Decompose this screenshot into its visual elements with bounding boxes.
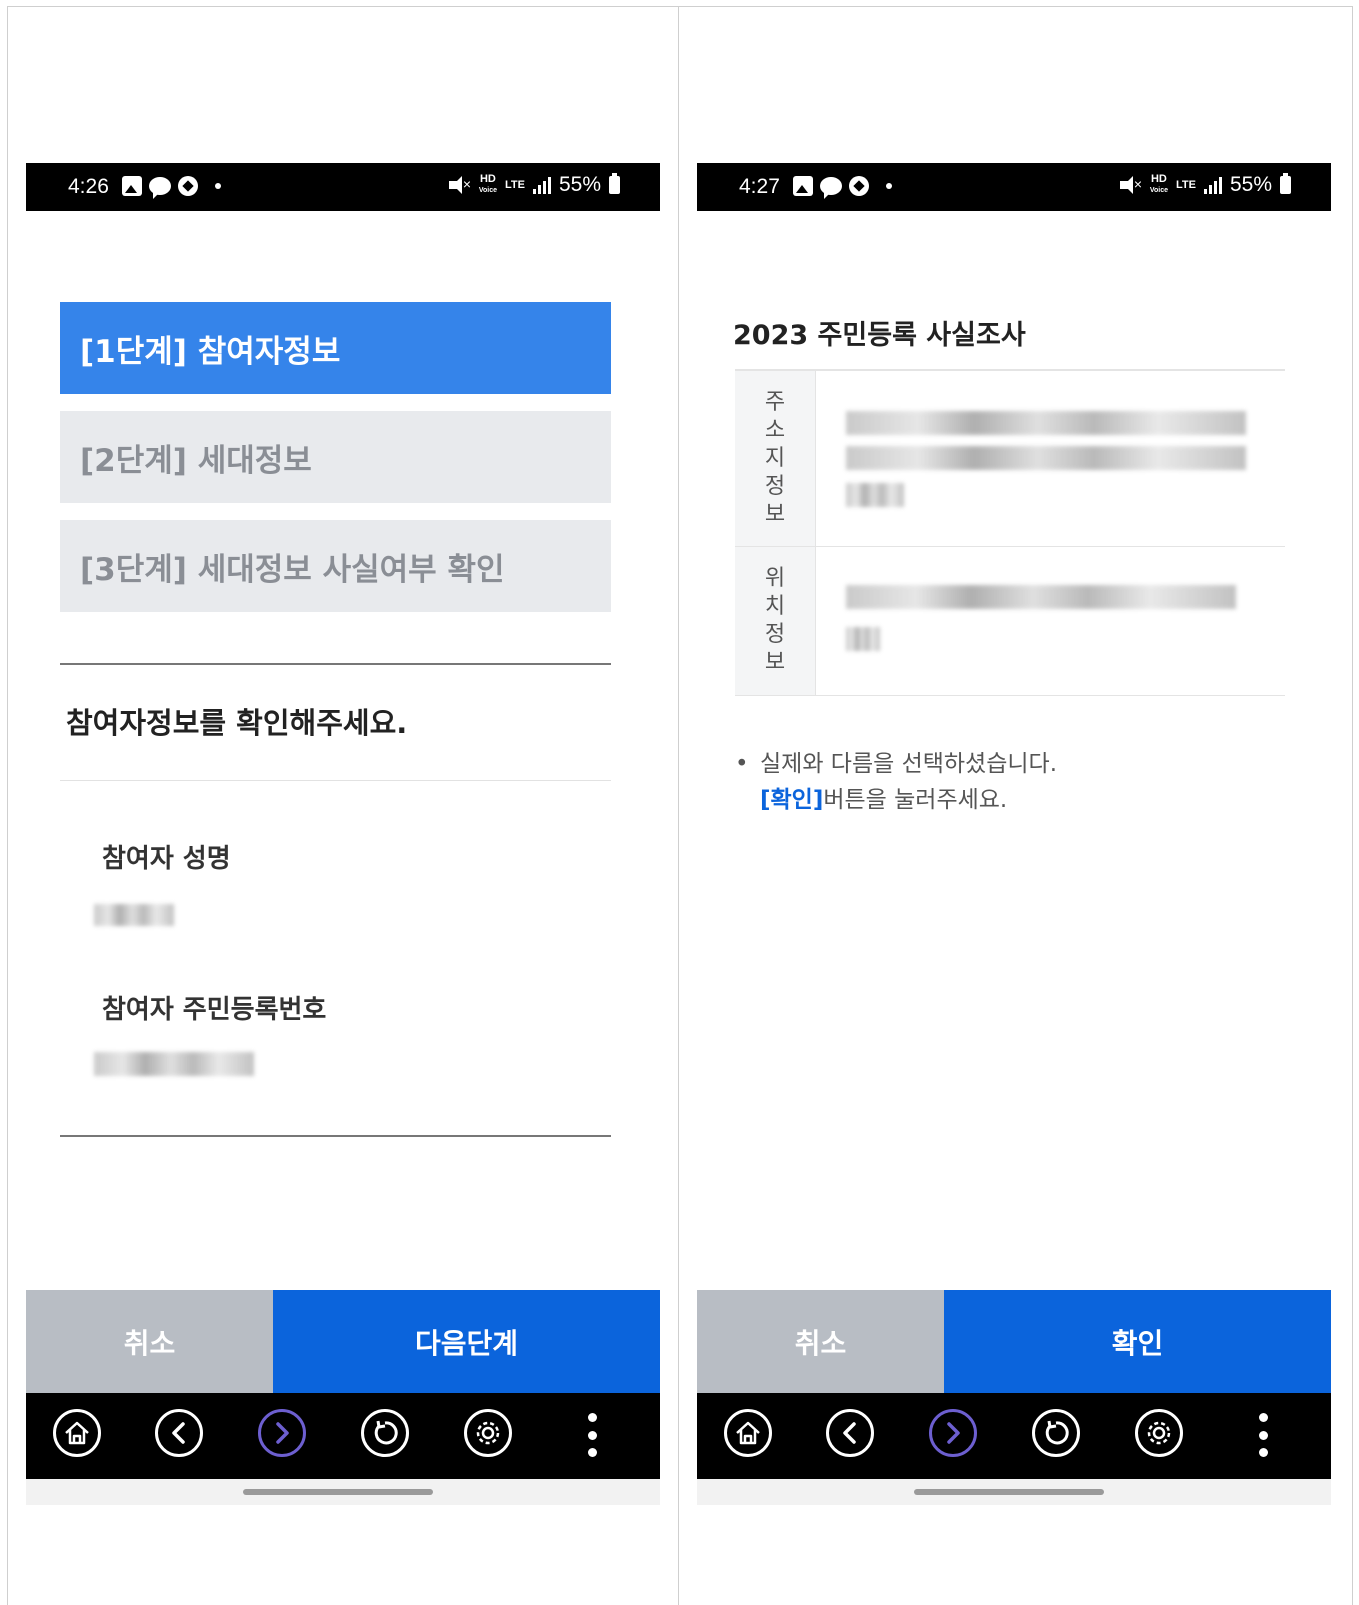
gesture-area (26, 1479, 660, 1505)
hd-voice-icon: HD Voice (1149, 173, 1168, 195)
more-notifications-dot-icon (886, 183, 892, 189)
mute-icon: × (1119, 176, 1142, 194)
kakaotalk-icon (820, 177, 842, 199)
divider (60, 663, 611, 665)
notice-line-2: [확인]버튼을 눌러주세요. (760, 787, 1008, 813)
gallery-icon (122, 176, 142, 196)
refresh-icon[interactable] (1032, 1409, 1080, 1457)
confirm-link-text: [확인] (760, 787, 824, 813)
cancel-button[interactable]: 취소 (26, 1290, 273, 1393)
gesture-area (697, 1479, 1331, 1505)
gallery-icon (793, 176, 813, 196)
status-time: 4:26 (68, 175, 109, 198)
address-info-header: 주 소 지 정 보 (735, 371, 816, 546)
step-tab-1[interactable]: [1단계] 참여자정보 (60, 302, 611, 394)
redacted-line (846, 411, 1246, 435)
cancel-button[interactable]: 취소 (697, 1290, 944, 1393)
back-icon[interactable] (155, 1409, 203, 1457)
address-info-row: 주 소 지 정 보 (735, 371, 1285, 547)
signal-icon (532, 176, 551, 194)
forward-icon[interactable] (258, 1409, 306, 1457)
kakaotalk-icon (149, 177, 171, 199)
system-status-icons: × HD Voice LTE 55% (1119, 173, 1291, 197)
lte-icon: LTE (1176, 179, 1196, 191)
participant-rrn-label: 참여자 주민등록번호 (102, 995, 327, 1025)
location-info-row: 위 치 정 보 (735, 547, 1285, 696)
battery-icon (609, 173, 620, 194)
soccer-ball-icon (178, 176, 198, 196)
left-phone-screen: 4:26 × HD Voice LTE 55% [1단계] 참여자정보 [2단계]… (26, 163, 660, 1537)
notice-line-1: 실제와 다름을 선택하셨습니다. (760, 751, 1058, 777)
participant-name-value-redacted (94, 904, 174, 926)
settings-icon[interactable] (1135, 1409, 1183, 1457)
info-table: 주 소 지 정 보 위 치 정 보 (735, 369, 1285, 696)
hd-voice-icon: HD Voice (478, 173, 497, 195)
step-tab-2[interactable]: [2단계] 세대정보 (60, 411, 611, 503)
status-bar: 4:27 × HD Voice LTE 55% (697, 163, 1331, 211)
step-tab-3[interactable]: [3단계] 세대정보 사실여부 확인 (60, 520, 611, 612)
browser-nav-bar (697, 1393, 1331, 1479)
section-title: 참여자정보를 확인해주세요. (66, 706, 408, 740)
battery-percent: 55% (558, 173, 601, 196)
more-notifications-dot-icon (215, 183, 221, 189)
home-icon[interactable] (724, 1409, 772, 1457)
page-title: 2023 주민등록 사실조사 (733, 320, 1026, 351)
battery-percent: 55% (1229, 173, 1272, 196)
back-icon[interactable] (826, 1409, 874, 1457)
signal-icon (1203, 176, 1222, 194)
status-bar: 4:26 × HD Voice LTE 55% (26, 163, 660, 211)
notification-icons (122, 176, 221, 199)
notice-text: • 실제와 다름을 선택하셨습니다. [확인]버튼을 눌러주세요. (735, 746, 1057, 818)
forward-icon[interactable] (929, 1409, 977, 1457)
confirm-button[interactable]: 확인 (944, 1290, 1331, 1393)
next-step-button[interactable]: 다음단계 (273, 1290, 660, 1393)
location-info-header: 위 치 정 보 (735, 547, 816, 695)
bullet-icon: • (735, 751, 749, 777)
redacted-line (846, 483, 904, 507)
browser-nav-bar (26, 1393, 660, 1479)
redacted-line (846, 585, 1236, 609)
right-phone-screen: 4:27 × HD Voice LTE 55% 2023 주민등록 사실조사 주 … (697, 163, 1331, 1537)
home-gesture-bar[interactable] (914, 1489, 1104, 1495)
location-info-value-redacted (816, 547, 1285, 695)
home-gesture-bar[interactable] (243, 1489, 433, 1495)
more-icon[interactable] (587, 1413, 597, 1457)
divider (60, 1135, 611, 1137)
divider (60, 780, 611, 781)
redacted-line (846, 446, 1246, 470)
address-info-value-redacted (816, 371, 1285, 546)
system-status-icons: × HD Voice LTE 55% (448, 173, 620, 197)
mute-icon: × (448, 176, 471, 194)
settings-icon[interactable] (464, 1409, 512, 1457)
more-icon[interactable] (1258, 1413, 1268, 1457)
participant-name-label: 참여자 성명 (102, 844, 231, 874)
refresh-icon[interactable] (361, 1409, 409, 1457)
battery-icon (1280, 173, 1291, 194)
redacted-line (846, 627, 880, 651)
home-icon[interactable] (53, 1409, 101, 1457)
participant-rrn-value-redacted (94, 1052, 254, 1076)
notification-icons (793, 176, 892, 199)
lte-icon: LTE (505, 179, 525, 191)
status-time: 4:27 (739, 175, 780, 198)
soccer-ball-icon (849, 176, 869, 196)
